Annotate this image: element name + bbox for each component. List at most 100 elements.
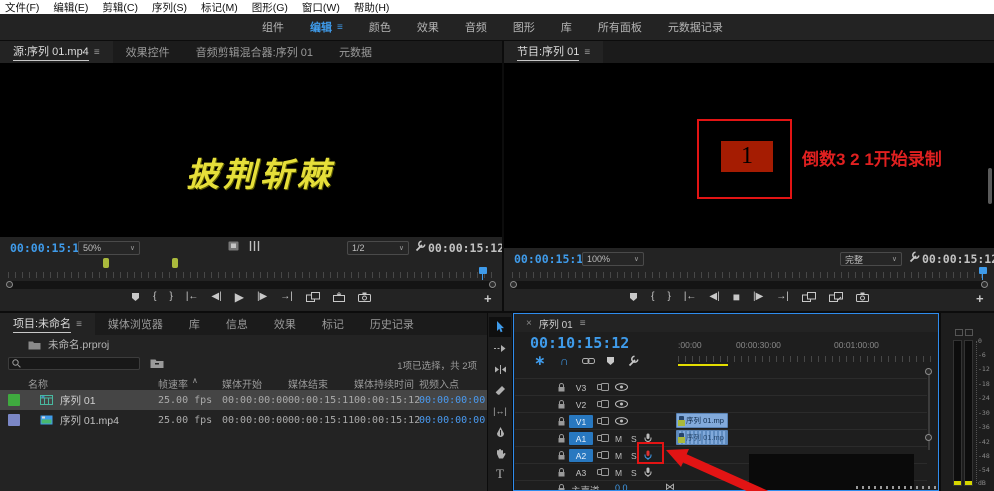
type-tool[interactable]: T (489, 464, 511, 484)
track-target-a1[interactable]: A1 (569, 432, 593, 445)
solo-button[interactable]: S (631, 468, 637, 478)
source-time-ruler[interactable] (8, 272, 494, 278)
timeline-playhead-timecode[interactable]: 00:10:15:12 (530, 334, 629, 352)
step-forward-icon[interactable]: |▶ (753, 292, 763, 302)
panel-menu-icon[interactable]: ≡ (580, 318, 586, 329)
column-header-name[interactable]: 名称 (28, 376, 48, 391)
workspace-tab-libraries[interactable]: 库 (561, 19, 572, 35)
column-header-media-duration[interactable]: 媒体持续时间 (354, 376, 414, 391)
step-back-icon[interactable]: ◀| (211, 292, 221, 302)
menu-window[interactable]: 窗口(W) (302, 0, 340, 15)
source-playhead[interactable] (479, 267, 487, 274)
work-area-bar[interactable] (678, 364, 728, 366)
mark-in-icon[interactable]: { (153, 292, 156, 302)
timeline-audio-clip[interactable]: 序列 01.mp (676, 430, 728, 445)
track-target-a3[interactable]: A3 (569, 466, 593, 479)
timeline-settings-wrench-icon[interactable] (627, 355, 639, 367)
program-scrollbar[interactable] (510, 281, 988, 289)
program-video-area[interactable]: 1 倒数3 2 1开始录制 (504, 63, 994, 248)
panel-menu-icon[interactable]: ≡ (584, 47, 590, 58)
column-header-fps[interactable]: 帧速率 ∧ (158, 376, 198, 391)
lock-icon[interactable] (558, 468, 565, 477)
source-patch-icon[interactable] (597, 383, 609, 391)
new-bin-folder-icon[interactable] (150, 358, 164, 369)
snap-magnet-icon[interactable]: ∩ (560, 354, 569, 368)
program-fit-select[interactable]: 完整 ∨ (840, 252, 902, 266)
source-patch-icon[interactable] (597, 468, 609, 476)
program-current-timecode[interactable]: 00:00:15:12 (514, 252, 590, 266)
master-level-value[interactable]: 0.0 (615, 483, 628, 491)
tab-history[interactable]: 历史记录 (357, 313, 427, 335)
workspace-tab-color[interactable]: 颜色 (369, 19, 391, 35)
row-video-in[interactable]: 00:00:00:00 (419, 395, 485, 406)
lift-icon[interactable] (802, 292, 816, 302)
track-target-v3[interactable]: V3 (569, 381, 593, 394)
mute-button[interactable]: M (615, 451, 622, 461)
step-forward-icon[interactable]: |▶ (257, 292, 267, 302)
stop-icon[interactable]: ■ (733, 291, 740, 303)
tab-effects[interactable]: 效果 (261, 313, 309, 335)
timeline-ruler[interactable] (678, 356, 932, 362)
play-icon[interactable]: ▶ (235, 291, 244, 303)
drag-video-audio-icon[interactable] (248, 241, 261, 251)
workspace-tab-audio[interactable]: 音频 (465, 19, 487, 35)
timeline-video-clip[interactable]: 序列 01.mp (676, 413, 728, 428)
linked-selection-icon[interactable] (582, 357, 595, 365)
settings-wrench-icon[interactable] (908, 251, 920, 263)
source-resolution-select[interactable]: 1/2 ∨ (347, 241, 409, 255)
toggle-track-output-eye-icon[interactable] (615, 417, 628, 425)
toggle-track-output-eye-icon[interactable] (615, 400, 628, 408)
lock-icon[interactable] (558, 400, 565, 409)
close-icon[interactable]: × (526, 318, 532, 329)
row-video-in[interactable]: 00:00:00:00 (419, 415, 485, 426)
table-row-sequence[interactable]: 序列 01 25.00 fps 00:00:00:00 00:00:15:11 … (0, 390, 487, 410)
project-bin-row[interactable]: 未命名.prproj (0, 336, 487, 353)
source-patch-icon[interactable] (597, 400, 609, 408)
project-search-box[interactable] (8, 357, 140, 370)
source-marker-out[interactable] (172, 258, 178, 268)
source-zoom-select[interactable]: 50% ∨ (78, 241, 140, 255)
bowtie-keyframe-icon[interactable]: ⋈ (665, 482, 675, 491)
menu-help[interactable]: 帮助(H) (354, 0, 390, 15)
extract-icon[interactable] (829, 292, 843, 302)
source-marker-in[interactable] (103, 258, 109, 268)
button-editor-icon[interactable]: + (976, 291, 984, 306)
tab-project[interactable]: 项目:未命名 ≡ (0, 313, 95, 335)
source-video-area[interactable]: 披荆斩棘 (0, 63, 502, 237)
go-to-in-icon[interactable]: |← (186, 292, 199, 302)
workspace-tab-editing[interactable]: 编辑 ≡ (310, 19, 343, 35)
selection-tool[interactable] (489, 317, 511, 337)
tab-audio-clip-mixer[interactable]: 音频剪辑混合器:序列 01 (183, 41, 326, 63)
scrollbar-right-handle[interactable] (489, 281, 496, 288)
label-color-swatch[interactable] (8, 394, 20, 406)
workspace-tab-all-panels[interactable]: 所有面板 (598, 19, 642, 35)
scrollbar-right-handle[interactable] (981, 281, 988, 288)
timeline-tab-label[interactable]: 序列 01 (539, 316, 573, 331)
menu-graphics[interactable]: 图形(G) (252, 0, 288, 15)
menu-file[interactable]: 文件(F) (5, 0, 39, 15)
voiceover-mic-icon[interactable] (644, 467, 652, 478)
workspace-tab-effects[interactable]: 效果 (417, 19, 439, 35)
label-color-swatch[interactable] (8, 414, 20, 426)
mute-button[interactable]: M (615, 434, 622, 444)
search-input[interactable] (25, 359, 135, 369)
track-select-tool[interactable] (489, 338, 511, 358)
menu-clip[interactable]: 剪辑(C) (102, 0, 138, 15)
tab-effect-controls[interactable]: 效果控件 (113, 41, 183, 63)
program-scroll-indicator[interactable] (988, 168, 992, 204)
workspace-tab-metadata[interactable]: 元数据记录 (668, 19, 723, 35)
scrollbar-left-handle[interactable] (510, 281, 517, 288)
lock-icon[interactable] (558, 451, 565, 460)
tab-info[interactable]: 信息 (213, 313, 261, 335)
go-to-out-icon[interactable]: →| (280, 292, 293, 302)
scrollbar-handle[interactable] (925, 368, 932, 375)
button-editor-icon[interactable]: + (484, 291, 492, 306)
menu-edit[interactable]: 编辑(E) (53, 0, 88, 15)
source-patch-icon[interactable] (597, 417, 609, 425)
column-header-media-end[interactable]: 媒体结束 (288, 376, 328, 391)
track-target-v2[interactable]: V2 (569, 398, 593, 411)
tab-libraries[interactable]: 库 (176, 313, 213, 335)
slip-tool[interactable]: |↔| (489, 401, 511, 421)
source-current-timecode[interactable]: 00:00:15:11 (10, 241, 86, 255)
overwrite-icon[interactable] (333, 292, 345, 302)
